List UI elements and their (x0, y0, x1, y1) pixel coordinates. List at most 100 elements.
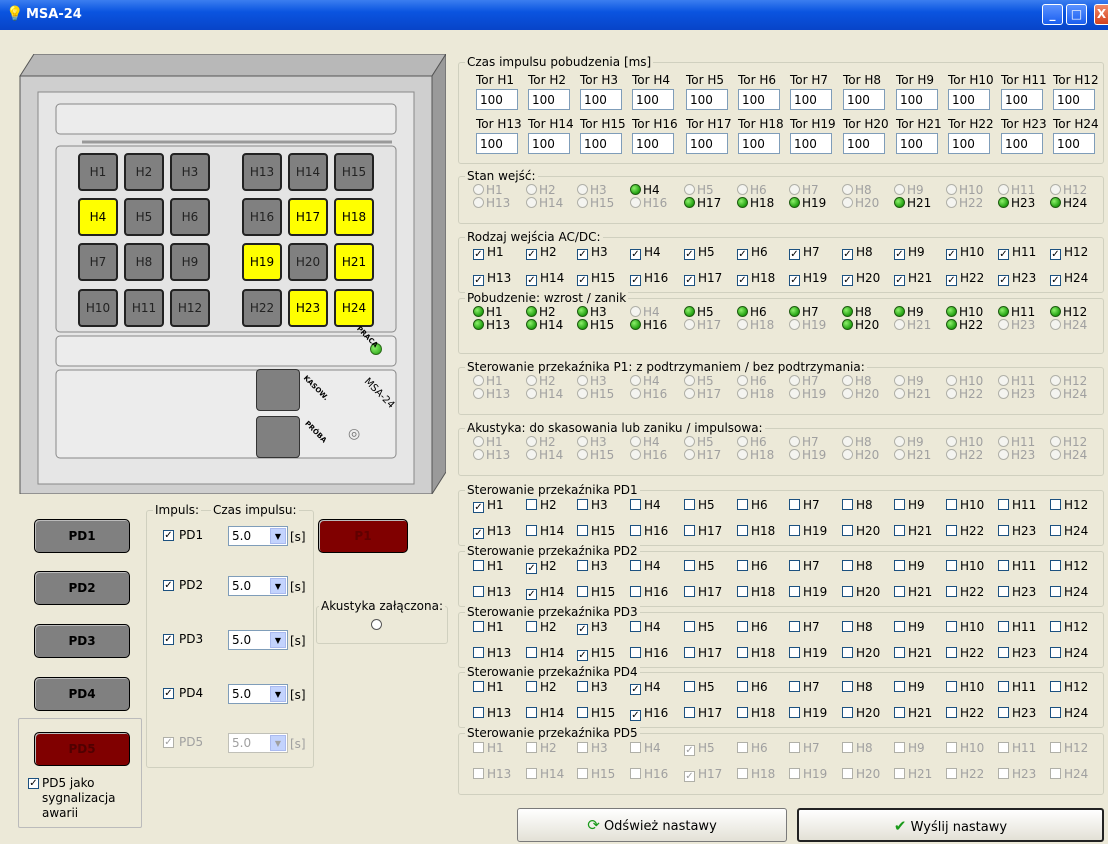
section-item-h18[interactable]: H18 (737, 585, 775, 601)
section-item-h13[interactable]: H13 (473, 706, 511, 722)
section-item-h2[interactable]: H2 (526, 620, 557, 636)
section-item-h2[interactable]: H2 (526, 680, 557, 696)
proba-button[interactable] (256, 416, 300, 458)
section-item-h20[interactable]: H20 (842, 524, 880, 540)
checkbox[interactable] (789, 525, 800, 536)
section-item-h9[interactable]: H9 (894, 680, 925, 696)
checkbox[interactable] (684, 499, 695, 510)
section-item-h24[interactable]: H24 (1050, 585, 1088, 601)
section-item-h6[interactable]: H6 (737, 498, 768, 514)
checkbox[interactable] (630, 525, 641, 536)
checkbox[interactable] (526, 707, 537, 718)
checkbox[interactable] (684, 707, 695, 718)
checkbox[interactable]: ✓ (789, 249, 800, 260)
checkbox[interactable] (789, 681, 800, 692)
section-item-h3[interactable]: ✓ H3 (577, 245, 608, 261)
pd5-awaria-checkbox[interactable]: ✓ (28, 778, 39, 789)
section-item-h23[interactable]: H23 (998, 706, 1036, 722)
tor-input-h6[interactable]: 100 (738, 89, 780, 110)
section-item-h19[interactable]: H19 (789, 585, 827, 601)
checkbox[interactable] (1050, 707, 1061, 718)
section-item-h4[interactable]: ✓ H4 (630, 245, 661, 261)
checkbox[interactable]: ✓ (577, 249, 588, 260)
checkbox[interactable] (473, 647, 484, 658)
section-item-h7[interactable]: H7 (789, 680, 820, 696)
tor-input-h5[interactable]: 100 (686, 89, 728, 110)
section-item-h8[interactable]: H8 (842, 620, 873, 636)
section-item-h4[interactable]: H4 (630, 620, 661, 636)
checkbox[interactable] (998, 525, 1009, 536)
checkbox[interactable] (894, 586, 905, 597)
section-item-h11[interactable]: H11 (998, 559, 1036, 575)
checkbox[interactable] (577, 525, 588, 536)
section-item-h23[interactable]: ✓ H23 (998, 271, 1036, 287)
section-item-h16[interactable]: H16 (630, 524, 668, 540)
section-item-h17[interactable]: ✓ H17 (684, 271, 722, 287)
checkbox[interactable] (894, 647, 905, 658)
checkbox[interactable] (737, 560, 748, 571)
checkbox[interactable] (684, 525, 695, 536)
checkbox[interactable] (1050, 499, 1061, 510)
tor-input-h20[interactable]: 100 (843, 133, 885, 154)
checkbox[interactable] (946, 647, 957, 658)
section-item-h17[interactable]: H17 (684, 646, 722, 662)
section-item-h16[interactable]: ✓ H16 (630, 271, 668, 287)
chevron-down-icon[interactable]: ▼ (270, 578, 286, 594)
section-item-h21[interactable]: H21 (894, 524, 932, 540)
checkbox[interactable] (1050, 647, 1061, 658)
section-item-h23[interactable]: H23 (998, 524, 1036, 540)
checkbox[interactable]: ✓ (998, 275, 1009, 286)
checkbox[interactable] (789, 586, 800, 597)
section-item-h12[interactable]: H12 (1050, 559, 1088, 575)
checkbox[interactable]: ✓ (473, 528, 484, 539)
tor-input-h14[interactable]: 100 (528, 133, 570, 154)
section-item-h4[interactable]: H4 (630, 559, 661, 575)
section-item-h10[interactable]: H10 (946, 559, 984, 575)
section-item-h22[interactable]: H22 (946, 646, 984, 662)
section-item-h9[interactable]: H9 (894, 620, 925, 636)
checkbox[interactable] (946, 621, 957, 632)
section-item-h13[interactable]: H13 (473, 585, 511, 601)
tor-input-h13[interactable]: 100 (476, 133, 518, 154)
section-item-h24[interactable]: H24 (1050, 706, 1088, 722)
checkbox[interactable] (946, 707, 957, 718)
section-item-h6[interactable]: H6 (737, 559, 768, 575)
checkbox[interactable] (737, 681, 748, 692)
checkbox[interactable]: ✓ (789, 275, 800, 286)
section-item-h16[interactable]: H16 (630, 585, 668, 601)
section-item-h15[interactable]: ✓ H15 (577, 271, 615, 287)
checkbox[interactable] (577, 586, 588, 597)
checkbox[interactable]: ✓ (630, 249, 641, 260)
section-item-h10[interactable]: H10 (946, 498, 984, 514)
checkbox[interactable]: ✓ (1050, 275, 1061, 286)
checkbox[interactable]: ✓ (998, 249, 1009, 260)
section-item-h19[interactable]: H19 (789, 646, 827, 662)
checkbox[interactable] (526, 499, 537, 510)
tor-input-h24[interactable]: 100 (1053, 133, 1095, 154)
checkbox[interactable] (1050, 586, 1061, 597)
checkbox[interactable] (998, 681, 1009, 692)
checkbox[interactable] (998, 707, 1009, 718)
checkbox[interactable] (894, 499, 905, 510)
checkbox[interactable]: ✓ (526, 563, 537, 574)
checkbox[interactable] (1050, 560, 1061, 571)
section-item-h24[interactable]: ✓ H24 (1050, 271, 1088, 287)
checkbox[interactable]: ✓ (630, 684, 641, 695)
checkbox[interactable] (577, 499, 588, 510)
checkbox[interactable] (789, 560, 800, 571)
section-item-h15[interactable]: H15 (577, 706, 615, 722)
tor-input-h23[interactable]: 100 (1001, 133, 1043, 154)
section-item-h24[interactable]: H24 (1050, 646, 1088, 662)
impuls-pd1-checkbox[interactable]: ✓ (163, 530, 174, 541)
section-item-h7[interactable]: H7 (789, 498, 820, 514)
section-item-h21[interactable]: H21 (894, 646, 932, 662)
section-item-h5[interactable]: H5 (684, 680, 715, 696)
pd-button-pd3[interactable]: PD3 (34, 624, 130, 658)
section-item-h14[interactable]: H14 (526, 524, 564, 540)
checkbox[interactable] (737, 621, 748, 632)
section-item-h5[interactable]: H5 (684, 498, 715, 514)
checkbox[interactable] (630, 560, 641, 571)
checkbox[interactable] (894, 525, 905, 536)
section-item-h12[interactable]: H12 (1050, 680, 1088, 696)
checkbox[interactable]: ✓ (473, 275, 484, 286)
